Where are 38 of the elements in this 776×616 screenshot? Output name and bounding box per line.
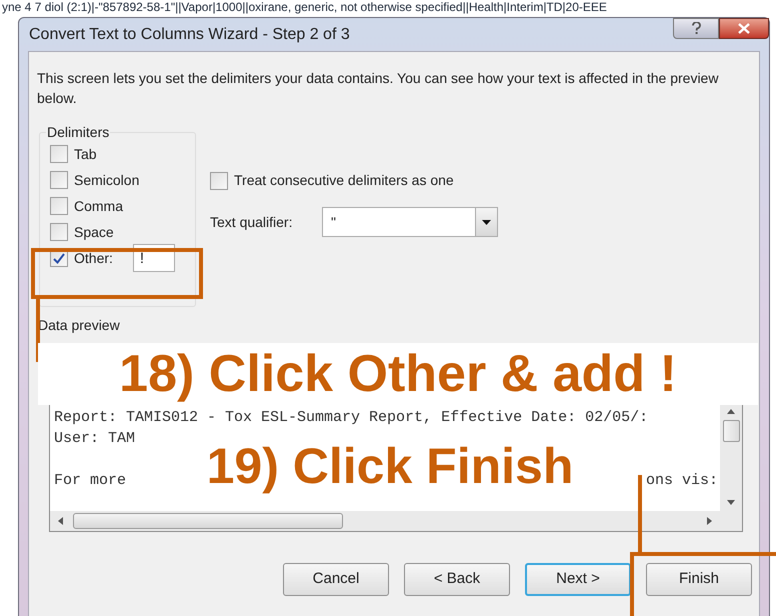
dialog-button[interactable]: < Back xyxy=(404,563,510,596)
preview-text: User: TAM xyxy=(54,429,136,449)
close-icon xyxy=(738,23,750,34)
scrollbar-thumb[interactable] xyxy=(722,420,740,442)
scroll-left-icon[interactable] xyxy=(58,517,63,525)
description-text: This screen lets you set the delimiters your data contains. You can see how your text is affected in the preview below. xyxy=(36,69,720,108)
window-title: Convert Text to Columns Wizard - Step 2 of 3 xyxy=(29,24,350,44)
help-button[interactable] xyxy=(673,18,719,39)
vertical-scrollbar[interactable] xyxy=(720,403,742,511)
checkbox-label: Space xyxy=(74,222,114,242)
scrollbar-thumb[interactable] xyxy=(73,513,343,529)
dropdown-arrow-icon xyxy=(482,220,491,224)
checkbox-label: Tab xyxy=(74,144,97,164)
checkbox-label: Other: xyxy=(74,248,113,268)
preview-text: Report: TAMIS012 - Tox ESL-Summary Report, Effective Date: 02/05/: xyxy=(54,408,648,428)
checkbox[interactable] xyxy=(50,145,68,163)
checkbox[interactable] xyxy=(50,171,68,189)
scroll-down-icon[interactable] xyxy=(727,500,735,505)
checkbox-label: Treat consecutive delimiters as one xyxy=(234,171,454,190)
scroll-right-icon[interactable] xyxy=(707,517,712,525)
dialog-button[interactable]: Cancel xyxy=(283,563,389,596)
scroll-up-icon[interactable] xyxy=(727,409,735,414)
preview-text: For more xyxy=(54,471,126,491)
horizontal-scrollbar[interactable] xyxy=(50,511,742,531)
background-text: yne 4 7 diol (2:1)|-"857892-58-1"||Vapor|1000||oxirane, generic, not otherwise specified||Health|Interim|TD|20-EEE xyxy=(2,0,607,15)
text-qualifier-dropdown[interactable]: " xyxy=(322,207,498,237)
checkbox-label: Semicolon xyxy=(74,170,140,190)
dialog-button[interactable]: Finish xyxy=(646,563,752,596)
checkbox[interactable] xyxy=(50,197,68,215)
help-icon xyxy=(692,22,700,35)
annotation-callout: 18) Click Other & add ! xyxy=(38,343,758,405)
checkbox-label: Comma xyxy=(74,196,124,216)
checkbox[interactable] xyxy=(50,223,68,241)
preview-text: ons vis: xyxy=(646,471,718,491)
dialog-button[interactable]: Next > xyxy=(525,563,631,596)
close-button[interactable] xyxy=(719,18,769,39)
text-qualifier-label: Text qualifier: xyxy=(210,212,294,232)
checkbox[interactable] xyxy=(210,172,228,190)
